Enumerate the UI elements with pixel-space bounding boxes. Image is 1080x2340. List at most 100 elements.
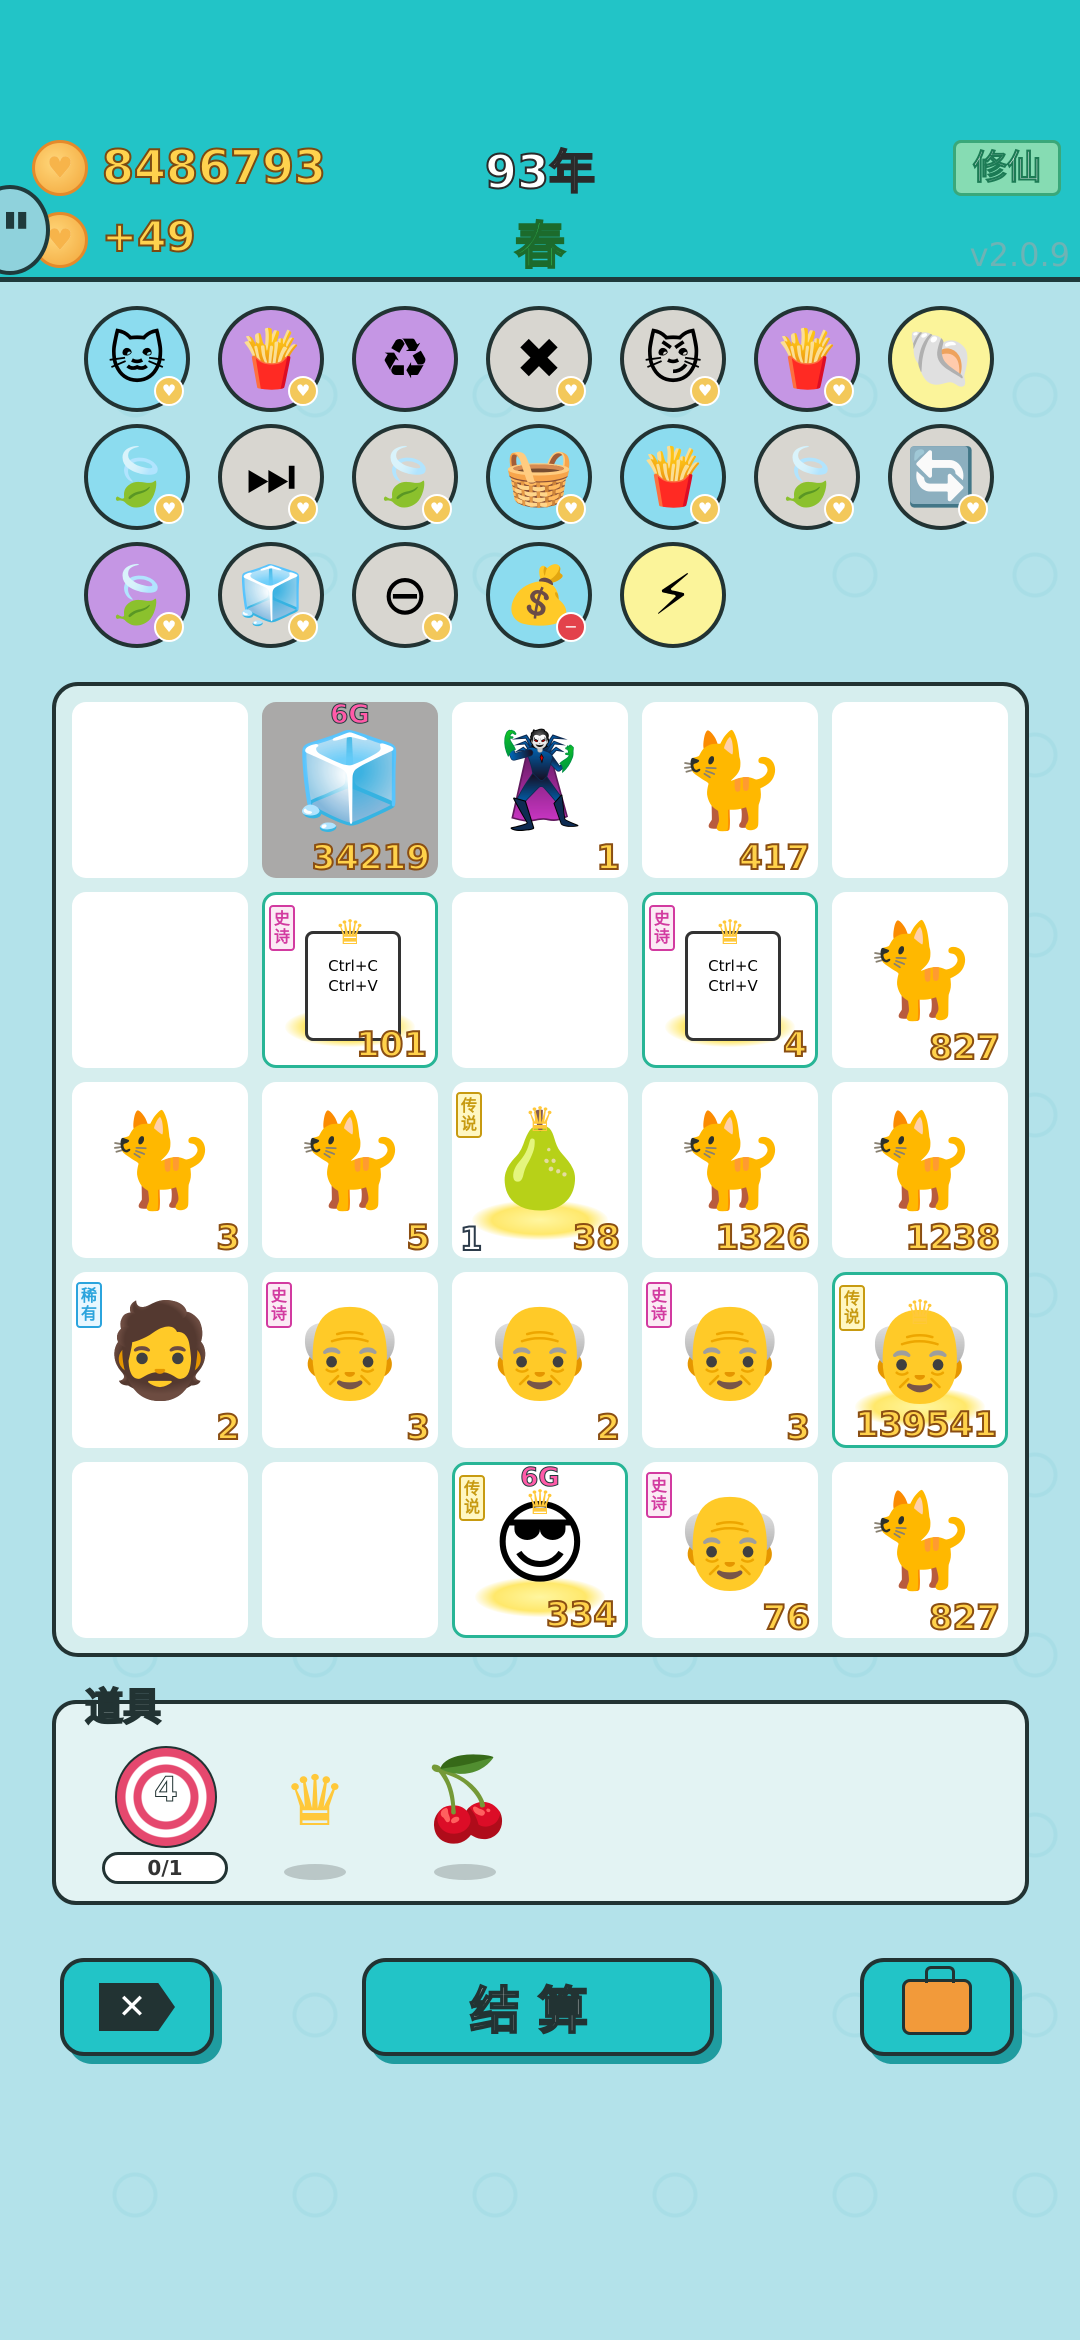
coin-icon xyxy=(32,140,88,196)
heart-badge-icon: ♥ xyxy=(422,612,452,642)
rarity-tag: 史诗 xyxy=(266,1282,292,1328)
cell-count: 1238 xyxy=(904,1217,1001,1259)
rarity-tag: 史诗 xyxy=(646,1472,672,1518)
heart-badge-icon: ♥ xyxy=(154,376,184,406)
skill-button[interactable]: 🍟 ♥ xyxy=(754,306,860,412)
oldman-icon: 👴 xyxy=(482,1297,598,1404)
board-cell-empty[interactable] xyxy=(72,702,248,878)
six-g-label: 6G xyxy=(330,700,370,731)
year-label: 93年 xyxy=(484,144,596,200)
cat-icon: 🐈 xyxy=(862,1107,978,1214)
cell-count: 101 xyxy=(355,1024,428,1066)
heart-badge-icon: ♥ xyxy=(824,494,854,524)
ctrl-line-1: Ctrl+C xyxy=(328,957,378,975)
board-cell-oldking[interactable]: 👴 ♛ 传说 139541 xyxy=(832,1272,1008,1448)
skill-button[interactable]: ⏭ ♥ xyxy=(218,424,324,530)
board-cell-cool[interactable]: 😎 ♛ 6G 传说 334 xyxy=(452,1462,628,1638)
skill-button[interactable]: ✖ ♥ xyxy=(486,306,592,412)
remove-button[interactable]: ✕ xyxy=(60,1958,214,2056)
skill-button[interactable]: 🍟 ♥ xyxy=(218,306,324,412)
skill-button[interactable]: 🍃 ♥ xyxy=(84,542,190,648)
bayberry-item-icon[interactable]: 🍒 xyxy=(418,1752,518,1846)
heart-badge-icon: ♥ xyxy=(556,376,586,406)
heart-badge-icon: ♥ xyxy=(690,376,720,406)
rarity-tag: 稀有 xyxy=(76,1282,102,1328)
items-label: 道具 xyxy=(84,1684,162,1730)
heart-badge-icon: ♥ xyxy=(288,494,318,524)
cell-count: 334 xyxy=(545,1594,618,1636)
board-cell-cat[interactable]: 🐈 827 xyxy=(832,1462,1008,1639)
board-cell-oldman[interactable]: 👴 史诗 76 xyxy=(642,1462,818,1639)
cell-count: 34219 xyxy=(311,837,431,879)
cat-icon: 🐈 xyxy=(672,727,788,834)
cell-count: 1 xyxy=(595,837,621,879)
board-cell-oldman[interactable]: 👴 史诗 3 xyxy=(262,1272,438,1449)
board-cell-cat[interactable]: 🐈 1326 xyxy=(642,1082,818,1259)
board-cell-man[interactable]: 🧔 稀有 2 xyxy=(72,1272,248,1449)
recycle-icon: ♻ xyxy=(379,326,431,392)
skill-button[interactable]: 💰 − xyxy=(486,542,592,648)
backpack-button[interactable] xyxy=(860,1958,1014,2056)
skill-button[interactable]: 😼 ♥ xyxy=(620,306,726,412)
cell-count: 139541 xyxy=(854,1404,998,1446)
skill-button[interactable]: ♻ xyxy=(352,306,458,412)
board-cell-empty[interactable] xyxy=(72,892,248,1068)
rarity-tag: 传说 xyxy=(456,1092,482,1138)
board-cell-ctrl[interactable]: Ctrl+C Ctrl+V ♛ 史诗 101 xyxy=(262,892,438,1068)
cat-icon: 🐈 xyxy=(862,1487,978,1594)
target-item-count: 0/1 xyxy=(102,1852,228,1884)
board-cell-oldman[interactable]: 👴 史诗 3 xyxy=(642,1272,818,1449)
crown-item-icon[interactable]: ♛ xyxy=(262,1760,368,1842)
board-cell-cat[interactable]: 🐈 3 xyxy=(72,1082,248,1259)
board-cell-cat[interactable]: 🐈 5 xyxy=(262,1082,438,1259)
skill-button[interactable]: 🍃 ♥ xyxy=(754,424,860,530)
skill-button[interactable]: 🔄 ♥ xyxy=(888,424,994,530)
item-shadow xyxy=(434,1864,496,1880)
board-cell-cat[interactable]: 🐈 1238 xyxy=(832,1082,1008,1259)
heart-badge-icon: ♥ xyxy=(154,494,184,524)
cell-count: 5 xyxy=(405,1217,431,1259)
board-cell-empty[interactable] xyxy=(832,702,1008,878)
board-cell-ctrl[interactable]: Ctrl+C Ctrl+V ♛ 史诗 4 xyxy=(642,892,818,1068)
skill-button[interactable]: 🍃 ♥ xyxy=(352,424,458,530)
skill-button[interactable]: 🐚 xyxy=(888,306,994,412)
heart-badge-icon: ♥ xyxy=(288,612,318,642)
board-cell-cat[interactable]: 🐈 827 xyxy=(832,892,1008,1069)
cat-icon: 🐈 xyxy=(102,1107,218,1214)
skill-button[interactable]: ⊖ ♥ xyxy=(352,542,458,648)
skill-button[interactable]: 🧺 ♥ xyxy=(486,424,592,530)
board-cell-empty[interactable] xyxy=(72,1462,248,1638)
delete-tag-icon: ✖ xyxy=(515,326,563,392)
header-bar: 8486793 +49 93年 春 修仙 v2.0.9 xyxy=(0,0,1080,282)
skill-button[interactable]: 🍟 ♥ xyxy=(620,424,726,530)
version-label: v2.0.9 xyxy=(969,236,1070,274)
board-cell-cat[interactable]: 🐈 417 xyxy=(642,702,818,879)
settle-button[interactable]: 结算 xyxy=(362,1958,714,2056)
skill-button[interactable]: 🧊 ♥ xyxy=(218,542,324,648)
board-cell-pear[interactable]: 🍐 ♛ 传说 1 38 xyxy=(452,1082,628,1259)
heart-badge-icon: ♥ xyxy=(288,376,318,406)
skill-button[interactable]: 🐱 ♥ xyxy=(84,306,190,412)
cat-icon: 🐈 xyxy=(292,1107,408,1214)
thief-icon: 🦹 xyxy=(482,727,598,834)
heart-badge-icon: ♥ xyxy=(422,494,452,524)
cell-count: 827 xyxy=(928,1027,1001,1069)
cell-count: 827 xyxy=(928,1597,1001,1639)
board-cell-empty[interactable] xyxy=(262,1462,438,1638)
target-item-number: 4 xyxy=(154,1770,179,1811)
cell-count: 3 xyxy=(405,1407,431,1449)
briefcase-icon xyxy=(902,1966,972,2035)
cell-count: 3 xyxy=(785,1407,811,1449)
board-cell-oldman[interactable]: 👴 2 xyxy=(452,1272,628,1449)
coin-delta: +49 xyxy=(101,211,197,262)
heart-badge-icon: ♥ xyxy=(958,494,988,524)
board-cell-thief[interactable]: 🦹 1 xyxy=(452,702,628,879)
board-cell-fridge[interactable]: 🧊 6G 34219 xyxy=(262,700,438,879)
xiuxian-button[interactable]: 修仙 xyxy=(953,140,1061,196)
skill-button[interactable]: ⚡ xyxy=(620,542,726,648)
skill-button[interactable]: 🍃 ♥ xyxy=(84,424,190,530)
cell-count: 417 xyxy=(738,837,811,879)
board-cell-empty[interactable] xyxy=(452,892,628,1068)
settle-label: 结算 xyxy=(469,1981,606,2041)
minus-circle-icon: ⊖ xyxy=(381,562,429,628)
